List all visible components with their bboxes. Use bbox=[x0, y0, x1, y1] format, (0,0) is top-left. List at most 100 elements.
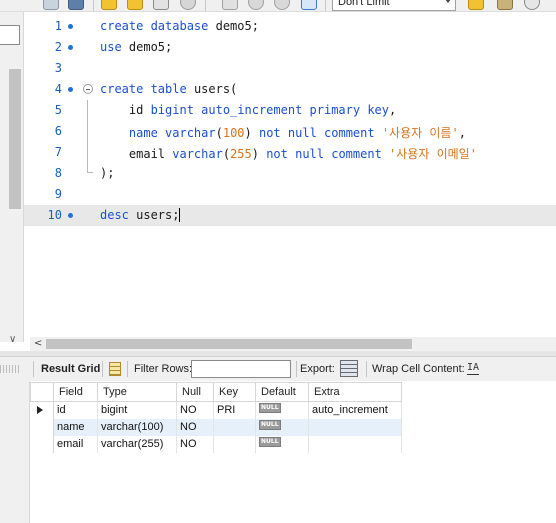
table-cell[interactable]: name bbox=[54, 419, 98, 436]
code-token: demo5; bbox=[215, 19, 259, 33]
code-token: users; bbox=[136, 208, 180, 222]
toolbar-separator bbox=[33, 361, 34, 377]
code-token: use bbox=[100, 40, 129, 54]
row-header[interactable] bbox=[30, 402, 54, 419]
code-token: email bbox=[100, 147, 173, 161]
code-token: id bbox=[100, 103, 151, 117]
find-icon[interactable] bbox=[524, 0, 540, 10]
code-token: '사용자 이메일' bbox=[389, 147, 477, 161]
editor-line[interactable]: 9 bbox=[24, 184, 556, 205]
column-header[interactable]: Default bbox=[256, 382, 309, 402]
explain-icon[interactable] bbox=[153, 0, 169, 10]
stop-icon[interactable] bbox=[180, 0, 196, 10]
code-token: , bbox=[458, 126, 466, 140]
commit-icon[interactable] bbox=[248, 0, 264, 10]
export-icon[interactable] bbox=[340, 360, 358, 377]
table-cell[interactable]: varchar(100) bbox=[98, 419, 177, 436]
editor-line[interactable]: 3 bbox=[24, 58, 556, 79]
statement-marker-icon bbox=[68, 213, 73, 218]
code-token: database bbox=[150, 19, 216, 33]
code-token: varchar bbox=[165, 126, 216, 140]
statement-marker-icon bbox=[68, 24, 73, 29]
editor-line[interactable]: 8); bbox=[24, 163, 556, 184]
line-number: 4 bbox=[54, 82, 62, 96]
execute-current-icon[interactable] bbox=[127, 0, 143, 10]
table-cell[interactable] bbox=[214, 419, 256, 436]
table-cell[interactable]: NO bbox=[177, 402, 214, 419]
editor-line[interactable]: 10 desc users; bbox=[24, 205, 556, 226]
null-badge: NULL bbox=[259, 403, 281, 413]
table-cell[interactable]: NO bbox=[177, 419, 214, 436]
editor-line[interactable]: 5 id bigint auto_increment primary key, bbox=[24, 100, 556, 121]
table-cell[interactable]: bigint bbox=[98, 402, 177, 419]
line-number: 1 bbox=[54, 19, 62, 33]
limit-rows-value: Don't Limit bbox=[338, 0, 390, 8]
column-header[interactable]: Key bbox=[214, 382, 256, 402]
filter-rows-label: Filter Rows: bbox=[134, 363, 193, 375]
toggle-continue-icon[interactable] bbox=[222, 0, 238, 10]
column-header[interactable]: Type bbox=[98, 382, 177, 402]
code-text: desc users; bbox=[100, 208, 181, 222]
column-header[interactable]: Field bbox=[54, 382, 98, 402]
grid-corner-header[interactable] bbox=[30, 382, 54, 402]
query-toolbar: Don't Limit bbox=[0, 0, 556, 12]
editor-horizontal-scrollbar[interactable]: < bbox=[30, 337, 556, 351]
toolbar-separator bbox=[93, 0, 94, 11]
rollback-icon[interactable] bbox=[274, 0, 290, 10]
editor-line[interactable]: 6 name varchar(100) not null comment '사용… bbox=[24, 121, 556, 142]
code-token: not bbox=[258, 126, 288, 140]
code-text: ); bbox=[100, 166, 114, 180]
table-cell[interactable]: auto_increment bbox=[309, 402, 402, 419]
autocommit-icon[interactable] bbox=[301, 0, 317, 10]
code-token: '사용자 이름' bbox=[381, 126, 459, 140]
table-cell[interactable]: id bbox=[54, 402, 98, 419]
horizontal-scrollbar-thumb[interactable] bbox=[46, 339, 412, 349]
statement-marker-icon bbox=[68, 87, 73, 92]
export-label: Export: bbox=[300, 363, 335, 375]
table-cell[interactable]: NULL bbox=[256, 419, 309, 436]
column-header[interactable]: Null bbox=[177, 382, 214, 402]
table-cell[interactable] bbox=[309, 436, 402, 453]
table-cell[interactable]: email bbox=[54, 436, 98, 453]
wrap-cell-icon[interactable]: IA bbox=[467, 362, 479, 375]
open-file-icon[interactable] bbox=[43, 0, 59, 10]
side-panel-input[interactable] bbox=[0, 25, 20, 45]
code-token: ( bbox=[222, 147, 231, 161]
editor-line[interactable]: 1 create database demo5; bbox=[24, 16, 556, 37]
line-number: 10 bbox=[47, 208, 62, 222]
scroll-left-arrow-icon[interactable]: < bbox=[34, 337, 42, 351]
editor-line[interactable]: 2 use demo5; bbox=[24, 37, 556, 58]
code-token: null bbox=[287, 126, 325, 140]
side-scrollbar-thumb[interactable] bbox=[9, 69, 21, 209]
fold-toggle-icon[interactable] bbox=[83, 84, 93, 94]
code-token: ) bbox=[251, 147, 267, 161]
editor-line[interactable]: 7 email varchar(255) not null comment '사… bbox=[24, 142, 556, 163]
table-cell[interactable] bbox=[214, 436, 256, 453]
line-number: 8 bbox=[54, 166, 62, 180]
workbench-window: Don't Limit ∨ 1 create database demo5; 2 us… bbox=[0, 0, 556, 523]
code-token: ( bbox=[215, 126, 223, 140]
sql-editor[interactable]: 1 create database demo5; 2 use demo5; 3 4 crea… bbox=[24, 12, 556, 337]
result-grid-tab[interactable]: Result Grid bbox=[41, 363, 100, 375]
execute-icon[interactable] bbox=[101, 0, 117, 10]
snippets-icon[interactable] bbox=[497, 0, 513, 10]
form-editor-icon[interactable] bbox=[109, 362, 121, 376]
editor-line[interactable]: 4 create table users( bbox=[24, 79, 556, 100]
table-cell[interactable] bbox=[309, 419, 402, 436]
table-cell[interactable]: varchar(255) bbox=[98, 436, 177, 453]
wrap-cell-label: Wrap Cell Content: bbox=[372, 363, 465, 375]
limit-rows-select[interactable]: Don't Limit bbox=[332, 0, 456, 11]
add-favorite-icon[interactable] bbox=[468, 0, 484, 10]
table-cell[interactable]: PRI bbox=[214, 402, 256, 419]
save-icon[interactable] bbox=[68, 0, 84, 10]
fold-guide-line bbox=[87, 121, 88, 142]
table-cell[interactable]: NO bbox=[177, 436, 214, 453]
row-header[interactable] bbox=[30, 436, 54, 453]
null-badge: NULL bbox=[259, 420, 281, 430]
table-cell[interactable]: NULL bbox=[256, 402, 309, 419]
row-header[interactable] bbox=[30, 419, 54, 436]
filter-rows-input[interactable] bbox=[191, 360, 291, 378]
column-header[interactable]: Extra bbox=[309, 382, 402, 402]
table-cell[interactable]: NULL bbox=[256, 436, 309, 453]
scroll-down-arrow-icon[interactable]: ∨ bbox=[9, 334, 16, 345]
